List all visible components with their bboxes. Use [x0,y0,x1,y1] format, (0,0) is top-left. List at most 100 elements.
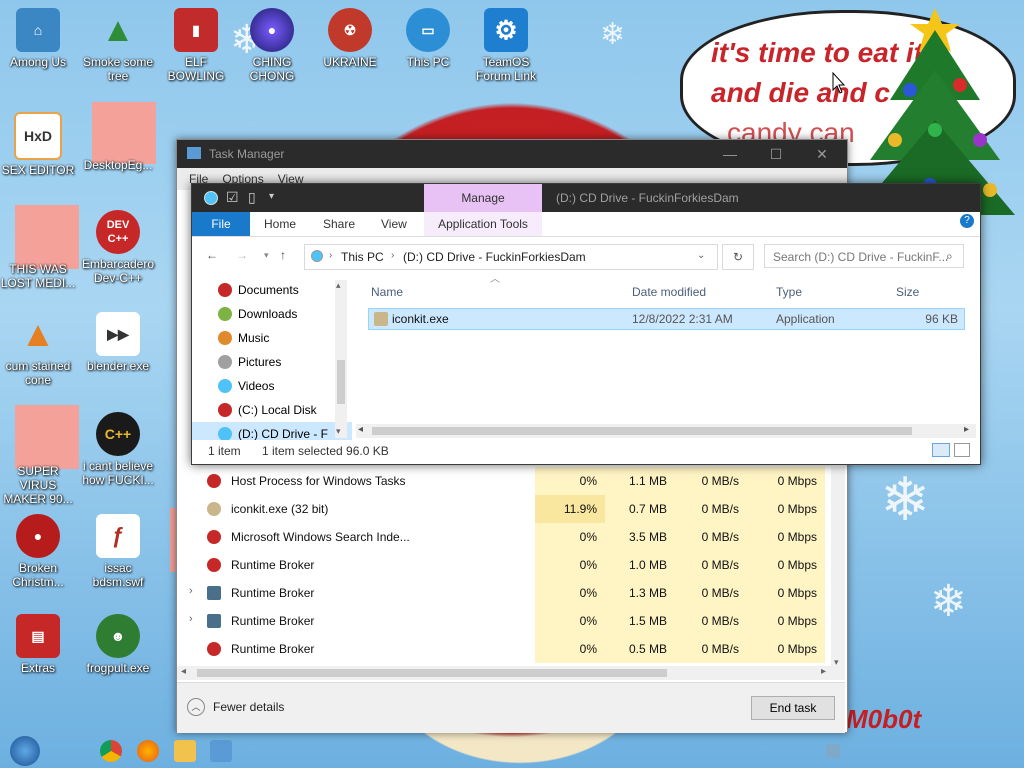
tab-view[interactable]: View [381,212,407,236]
scroll-thumb[interactable] [337,360,345,404]
tab-application-tools[interactable]: Application Tools [424,212,542,236]
process-mem: 1.0 MB [605,551,675,579]
tab-share[interactable]: Share [323,212,355,236]
recent-locations-icon[interactable]: ▾ [264,250,269,261]
process-row[interactable]: Host Process for Windows Tasks 0% 1.1 MB 0 … [177,467,827,495]
scroll-thumb[interactable] [197,669,667,677]
process-mem: 1.3 MB [605,579,675,607]
desktop-icon-issac-swf[interactable]: ƒ issac bdsm.swf [80,514,156,589]
desktop-icon-ukraine[interactable]: ☢ UKRAINE [312,8,388,69]
back-icon[interactable]: ← [206,248,218,262]
nav-item-documents[interactable]: Documents [218,278,299,302]
desktop-icon-sex-editor[interactable]: HxD SEX EDITOR [0,112,76,177]
tab-file[interactable]: File [192,212,250,236]
address-dropdown-icon[interactable]: ⌄ [697,250,705,261]
process-row[interactable]: Microsoft Windows Search Inde... 0% 3.5 MB… [177,523,827,551]
maximize-button[interactable]: ☐ [753,140,799,168]
task-manager-icon[interactable] [210,740,232,762]
expand-chevron-icon[interactable]: › [189,585,193,597]
process-row[interactable]: › Runtime Broker 0% 1.5 MB 0 MB/s 0 Mbps [177,607,827,635]
nav-item-downloads[interactable]: Downloads [218,302,297,326]
scroll-right-icon[interactable]: ▸ [821,666,826,677]
column-name[interactable]: Name [371,280,403,304]
up-icon[interactable]: ↑ [280,248,286,262]
chrome-icon[interactable] [100,740,122,762]
icon-label: frogpult.exe [86,661,150,675]
column-type[interactable]: Type [776,280,802,304]
column-date-modified[interactable]: Date modified [632,280,706,304]
explorer-titlebar[interactable]: ☑ ▯ ▾ Manage (D:) CD Drive - FuckinForki… [192,184,980,212]
desktop-icon-smoke-some-tree[interactable]: ▲ Smoke some tree [80,8,156,83]
desktop-icon-devcpp[interactable]: DEV C++ Embarcadero Dev-C++ [80,210,156,285]
details-view-icon[interactable] [932,443,950,457]
horizontal-scrollbar[interactable]: ◂ ▸ [177,666,845,680]
scroll-right-icon[interactable]: ▸ [964,424,969,435]
close-button[interactable]: ✕ [799,140,845,168]
desktop-icon-broken-christmas[interactable]: ● Broken Christm... [0,514,76,589]
nav-item-local-disk[interactable]: (C:) Local Disk [218,398,317,422]
forward-icon[interactable]: → [236,248,248,262]
address-bar[interactable]: › This PC › (D:) CD Drive - FuckinForkie… [304,244,718,270]
process-row[interactable]: Runtime Broker 0% 0.5 MB 0 MB/s 0 Mbps [177,635,827,663]
end-task-button[interactable]: End task [751,696,835,720]
file-explorer-window: ☑ ▯ ▾ Manage (D:) CD Drive - FuckinForki… [191,183,981,465]
fewer-details-link[interactable]: Fewer details [213,700,284,714]
breadcrumb-separator-icon: › [391,250,395,261]
scroll-up-icon[interactable]: ▴ [336,280,341,291]
nav-scrollbar[interactable]: ▴ ▾ [335,280,347,438]
notification-icon[interactable] [826,744,840,758]
desktop-icon-frogpult[interactable]: ☻ frogpult.exe [80,614,156,675]
search-input[interactable]: Search (D:) CD Drive - FuckinF... [764,244,964,268]
scroll-left-icon[interactable]: ◂ [358,424,363,435]
task-manager-titlebar[interactable]: Task Manager — ☐ ✕ [177,140,847,168]
help-icon[interactable]: ? [960,214,974,228]
start-button[interactable] [10,736,40,766]
desktop-icon-this-pc[interactable]: ▭ This PC [390,8,466,69]
process-row[interactable]: › Runtime Broker 0% 1.3 MB 0 MB/s 0 Mbps [177,579,827,607]
scroll-left-icon[interactable]: ◂ [181,666,186,677]
file-row[interactable]: iconkit.exe 12/8/2022 2:31 AM Applicatio… [368,308,965,330]
process-row[interactable]: Runtime Broker 0% 1.0 MB 0 MB/s 0 Mbps [177,551,827,579]
desktop-icon-among-us[interactable]: ⌂ Among Us [0,8,76,69]
process-row[interactable]: iconkit.exe (32 bit) 11.9% 0.7 MB 0 MB/s 0 M… [177,495,827,523]
properties-icon[interactable]: ☑ [226,189,239,206]
desktop-icon-i-cant-believe[interactable]: C++ i cant believe how FUCKI... [80,412,156,487]
minimize-button[interactable]: — [707,140,753,168]
nav-item-videos[interactable]: Videos [218,374,274,398]
desktop-icon-lost-media[interactable]: THIS WAS LOST MEDI... [0,262,76,290]
process-disk: 0 MB/s [675,551,747,579]
nav-item-pictures[interactable]: Pictures [218,350,281,374]
expand-chevron-icon[interactable]: › [189,613,193,625]
nav-item-cd-drive[interactable]: (D:) CD Drive - F [192,422,352,440]
file-explorer-icon[interactable] [174,740,196,762]
nav-item-music[interactable]: Music [218,326,269,350]
icon-label: ELF BOWLING [167,55,225,83]
desktop-icon-elf-bowling[interactable]: ▮ ELF BOWLING [158,8,234,83]
desktop-icon-desktopeg[interactable]: DesktopEg... [80,158,156,174]
firefox-icon[interactable] [137,740,159,762]
desktop-icon-cone[interactable]: ▲ cum stained cone [0,312,76,388]
desktop-icon-teamos[interactable]: ⚙ TeamOS Forum Link [468,8,544,83]
tab-home[interactable]: Home [264,212,296,236]
large-icons-view-icon[interactable] [954,443,970,457]
breadcrumb-this-pc[interactable]: This PC [341,250,384,264]
vertical-scrollbar[interactable]: ▾ [831,467,845,667]
new-file-icon[interactable]: ▯ [248,189,256,206]
horizontal-scrollbar[interactable]: ◂ ▸ [356,424,976,438]
scroll-down-icon[interactable]: ▾ [336,426,341,437]
quick-access-dropdown-icon[interactable]: ▾ [269,191,274,202]
process-name: Runtime Broker [231,586,315,600]
collapse-icon[interactable]: ︿ [187,698,205,716]
scroll-thumb[interactable] [372,427,912,435]
extras-icon: ▤ [16,614,60,658]
manage-tab[interactable]: Manage [424,184,542,212]
refresh-button[interactable]: ↻ [722,244,754,270]
desktop-icon-blender[interactable]: ▶▶ blender.exe [80,312,156,373]
desktop-icon-ching-chong[interactable]: ● CHING CHONG [234,8,310,83]
desktop-icon-extras[interactable]: ▤ Extras [0,614,76,675]
window-title: Task Manager [209,147,285,161]
process-disk: 0 MB/s [675,607,747,635]
desktop-icon-super-virus-maker[interactable]: SUPER VIRUS MAKER 90... [0,464,76,506]
breadcrumb-cd-drive[interactable]: (D:) CD Drive - FuckinForkiesDam [403,250,586,264]
column-size[interactable]: Size [896,280,919,304]
